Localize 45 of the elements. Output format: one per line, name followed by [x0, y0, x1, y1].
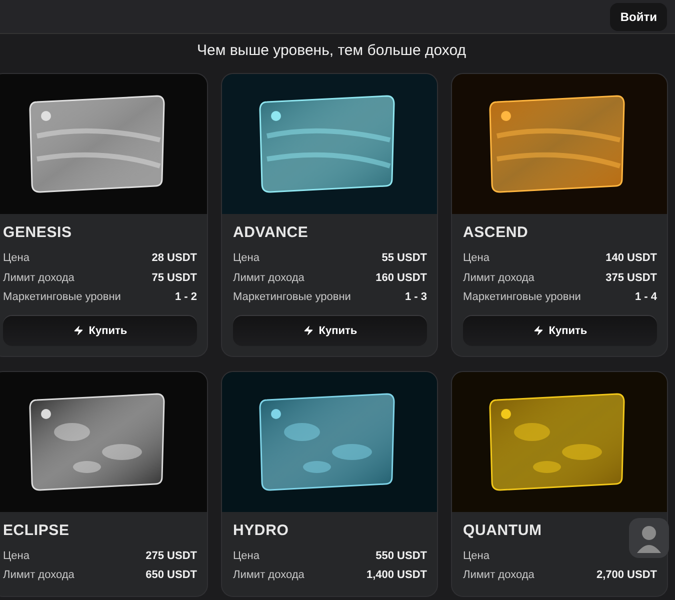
row-value: 1,400 USDT	[366, 568, 427, 583]
row-value: 140 USDT	[606, 251, 657, 266]
row-label: Цена	[463, 548, 490, 564]
row-label: Цена	[463, 251, 490, 266]
avatar-button[interactable]	[629, 518, 669, 558]
row-value: 75 USDT	[152, 270, 197, 286]
row-label: Лимит дохода	[463, 568, 534, 583]
lightning-icon	[532, 325, 544, 336]
plan-name: ASCEND	[463, 224, 530, 241]
plan-name: GENESIS	[3, 224, 73, 241]
login-button[interactable]: Войти	[610, 2, 667, 30]
row-label: Маркетинговые уровни	[3, 290, 121, 305]
person-silhouette-icon	[636, 523, 662, 553]
row-label: Цена	[3, 251, 30, 266]
row-label: Лимит дохода	[233, 270, 304, 286]
buy-button[interactable]: Купить	[463, 316, 657, 346]
row-label: Цена	[233, 251, 260, 266]
row-label: Лимит дохода	[3, 568, 74, 583]
row-label: Маркетинговые уровни	[463, 290, 581, 305]
row-value: 1 - 2	[174, 290, 197, 305]
plan-name: ECLIPSE	[3, 522, 70, 538]
row-value: 1 - 3	[404, 290, 427, 305]
row-value: 550 USDT	[376, 548, 427, 564]
row-label: Цена	[3, 548, 30, 564]
plan-name: QUANTUM	[463, 522, 543, 538]
row-value: 375 USDT	[606, 270, 657, 286]
row-label: Лимит дохода	[463, 270, 534, 286]
row-value: 1 - 4	[634, 290, 657, 305]
row-value: 275 USDT	[146, 548, 197, 564]
row-label: Лимит дохода	[233, 568, 304, 583]
row-label: Цена	[233, 548, 260, 564]
page-title: Чем выше уровень, тем больше доход	[196, 42, 467, 59]
row-value: 2,700 USDT	[596, 568, 657, 583]
lightning-icon	[72, 325, 84, 336]
buy-button[interactable]: Купить	[3, 316, 197, 346]
row-value: 28 USDT	[152, 251, 197, 266]
plan-name: ADVANCE	[233, 224, 310, 241]
lightning-icon	[302, 325, 314, 336]
row-label: Лимит дохода	[3, 270, 74, 286]
row-value: 160 USDT	[376, 270, 427, 286]
buy-button[interactable]: Купить	[233, 316, 427, 346]
row-label: Маркетинговые уровни	[233, 290, 351, 305]
row-value: 650 USDT	[146, 568, 197, 583]
row-value: 55 USDT	[382, 251, 427, 266]
plan-name: HYDRO	[233, 522, 290, 538]
